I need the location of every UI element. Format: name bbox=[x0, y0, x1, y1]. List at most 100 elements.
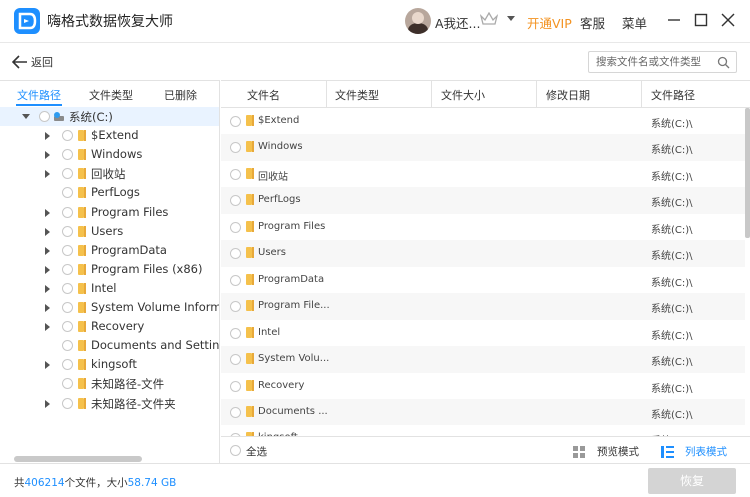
tree-node[interactable]: Recovery bbox=[0, 317, 219, 336]
tree-node-checkbox[interactable] bbox=[62, 282, 73, 294]
table-row[interactable]: Program Files 系统(C:)\ bbox=[221, 214, 745, 241]
tree-node[interactable]: System Volume Informa bbox=[0, 298, 219, 317]
tree-node[interactable]: Windows bbox=[0, 145, 219, 164]
column-modified-date[interactable]: 修改日期 bbox=[546, 87, 590, 103]
tree-node-checkbox[interactable] bbox=[62, 397, 73, 409]
column-file-name[interactable]: 文件名 bbox=[247, 87, 280, 103]
tree-node[interactable]: Program Files bbox=[0, 203, 219, 222]
row-checkbox[interactable] bbox=[230, 221, 241, 233]
table-row[interactable]: Documents ... 系统(C:)\ bbox=[221, 398, 745, 426]
table-row[interactable]: Windows 系统(C:)\ bbox=[221, 134, 745, 161]
tree-node-checkbox[interactable] bbox=[62, 359, 73, 371]
avatar[interactable] bbox=[405, 8, 431, 34]
tree-node-checkbox[interactable] bbox=[62, 340, 73, 352]
minimize-button[interactable] bbox=[662, 8, 686, 32]
tree-node[interactable]: Program Files (x86) bbox=[0, 260, 219, 279]
list-mode-button[interactable]: 列表模式 bbox=[685, 444, 727, 459]
tree-node-checkbox[interactable] bbox=[62, 225, 73, 237]
tree-node-root[interactable]: 系统(C:) bbox=[0, 107, 219, 126]
tree-node[interactable]: 回收站 bbox=[0, 164, 219, 183]
preview-mode-button[interactable]: 预览模式 bbox=[597, 444, 639, 459]
open-vip-link[interactable]: 开通VIP bbox=[527, 13, 572, 32]
tree-node-checkbox[interactable] bbox=[62, 244, 73, 256]
tree-node-checkbox[interactable] bbox=[62, 168, 73, 180]
expand-icon[interactable] bbox=[45, 151, 50, 160]
tree-node[interactable]: 未知路径-文件 bbox=[0, 374, 219, 393]
row-checkbox[interactable] bbox=[230, 116, 241, 127]
tree-node[interactable]: Documents and Settings bbox=[0, 336, 219, 355]
tab-file-path[interactable]: 文件路径 bbox=[17, 87, 61, 103]
row-checkbox[interactable] bbox=[230, 195, 241, 207]
tree-node[interactable]: PerfLogs bbox=[0, 183, 219, 202]
list-view-icon[interactable] bbox=[661, 446, 674, 461]
table-row[interactable]: Intel 系统(C:)\ bbox=[221, 320, 745, 347]
tree-node[interactable]: Intel bbox=[0, 279, 219, 298]
table-row[interactable]: PerfLogs 系统(C:)\ bbox=[221, 187, 745, 214]
chevron-down-icon[interactable] bbox=[507, 16, 515, 21]
row-checkbox[interactable] bbox=[230, 327, 241, 339]
table-row[interactable]: System Volu... 系统(C:)\ bbox=[221, 346, 745, 373]
column-divider[interactable] bbox=[641, 81, 642, 108]
table-row[interactable]: 回收站 系统(C:)\ bbox=[221, 161, 745, 188]
expand-icon[interactable] bbox=[45, 323, 50, 332]
column-divider[interactable] bbox=[326, 81, 327, 108]
tree-node[interactable]: Users bbox=[0, 222, 219, 241]
tree-node-checkbox[interactable] bbox=[62, 206, 73, 218]
row-checkbox[interactable] bbox=[230, 168, 241, 180]
column-file-type[interactable]: 文件类型 bbox=[335, 87, 379, 103]
search-box[interactable] bbox=[588, 51, 737, 73]
expand-icon[interactable] bbox=[45, 132, 50, 141]
column-divider[interactable] bbox=[536, 81, 537, 108]
tree-node[interactable]: ProgramData bbox=[0, 241, 219, 260]
tree-node-checkbox[interactable] bbox=[62, 378, 73, 390]
menu-link[interactable]: 菜单 bbox=[622, 13, 647, 32]
search-input[interactable] bbox=[596, 54, 714, 70]
select-all-checkbox[interactable] bbox=[230, 445, 241, 456]
tree-node-checkbox[interactable] bbox=[62, 263, 73, 275]
table-row[interactable]: Users 系统(C:)\ bbox=[221, 240, 745, 267]
expand-icon[interactable] bbox=[45, 284, 50, 293]
column-file-path[interactable]: 文件路径 bbox=[651, 87, 695, 103]
tree-node-checkbox[interactable] bbox=[62, 321, 73, 333]
expand-icon[interactable] bbox=[45, 265, 50, 274]
expand-icon[interactable] bbox=[45, 399, 50, 408]
table-row[interactable]: kingsoft系统(C:)\ bbox=[221, 425, 745, 436]
search-icon[interactable] bbox=[717, 56, 730, 72]
row-checkbox[interactable] bbox=[230, 142, 241, 154]
expand-icon[interactable] bbox=[45, 246, 50, 255]
table-row[interactable]: Program File... 系统(C:)\ bbox=[221, 293, 745, 320]
vertical-scrollbar[interactable] bbox=[745, 108, 750, 238]
expand-icon[interactable] bbox=[45, 227, 50, 236]
collapse-icon[interactable] bbox=[22, 114, 30, 119]
expand-icon[interactable] bbox=[45, 208, 50, 217]
row-checkbox[interactable] bbox=[230, 406, 241, 418]
tree-node[interactable]: kingsoft bbox=[0, 355, 219, 374]
close-button[interactable] bbox=[716, 8, 740, 32]
row-checkbox[interactable] bbox=[230, 354, 241, 366]
table-row[interactable]: ProgramData 系统(C:)\ bbox=[221, 267, 745, 294]
tree-node-checkbox[interactable] bbox=[62, 187, 73, 199]
recover-button[interactable]: 恢复 bbox=[648, 468, 736, 494]
customer-service-link[interactable]: 客服 bbox=[580, 13, 605, 32]
tree-node-checkbox[interactable] bbox=[62, 149, 73, 161]
tree-node[interactable]: 未知路径-文件夹 bbox=[0, 394, 219, 413]
horizontal-scrollbar[interactable] bbox=[14, 456, 142, 462]
maximize-button[interactable] bbox=[689, 8, 713, 32]
select-all-label[interactable]: 全选 bbox=[246, 444, 267, 459]
row-checkbox[interactable] bbox=[230, 274, 241, 286]
tree-node[interactable]: $Extend bbox=[0, 126, 219, 145]
tab-file-type[interactable]: 文件类型 bbox=[89, 87, 133, 103]
row-checkbox[interactable] bbox=[230, 248, 241, 260]
tree-node-checkbox[interactable] bbox=[62, 130, 73, 142]
tab-deleted[interactable]: 已删除 bbox=[164, 87, 197, 103]
root-checkbox[interactable] bbox=[39, 111, 50, 122]
username[interactable]: A我还... bbox=[435, 13, 480, 32]
table-row[interactable]: $Extend 系统(C:)\ bbox=[221, 108, 745, 135]
tree-node-checkbox[interactable] bbox=[62, 302, 73, 313]
row-checkbox[interactable] bbox=[230, 301, 241, 313]
table-row[interactable]: Recovery 系统(C:)\ bbox=[221, 373, 745, 400]
row-checkbox[interactable] bbox=[230, 380, 241, 392]
expand-icon[interactable] bbox=[45, 361, 50, 370]
expand-icon[interactable] bbox=[45, 170, 50, 179]
column-file-size[interactable]: 文件大小 bbox=[441, 87, 485, 103]
